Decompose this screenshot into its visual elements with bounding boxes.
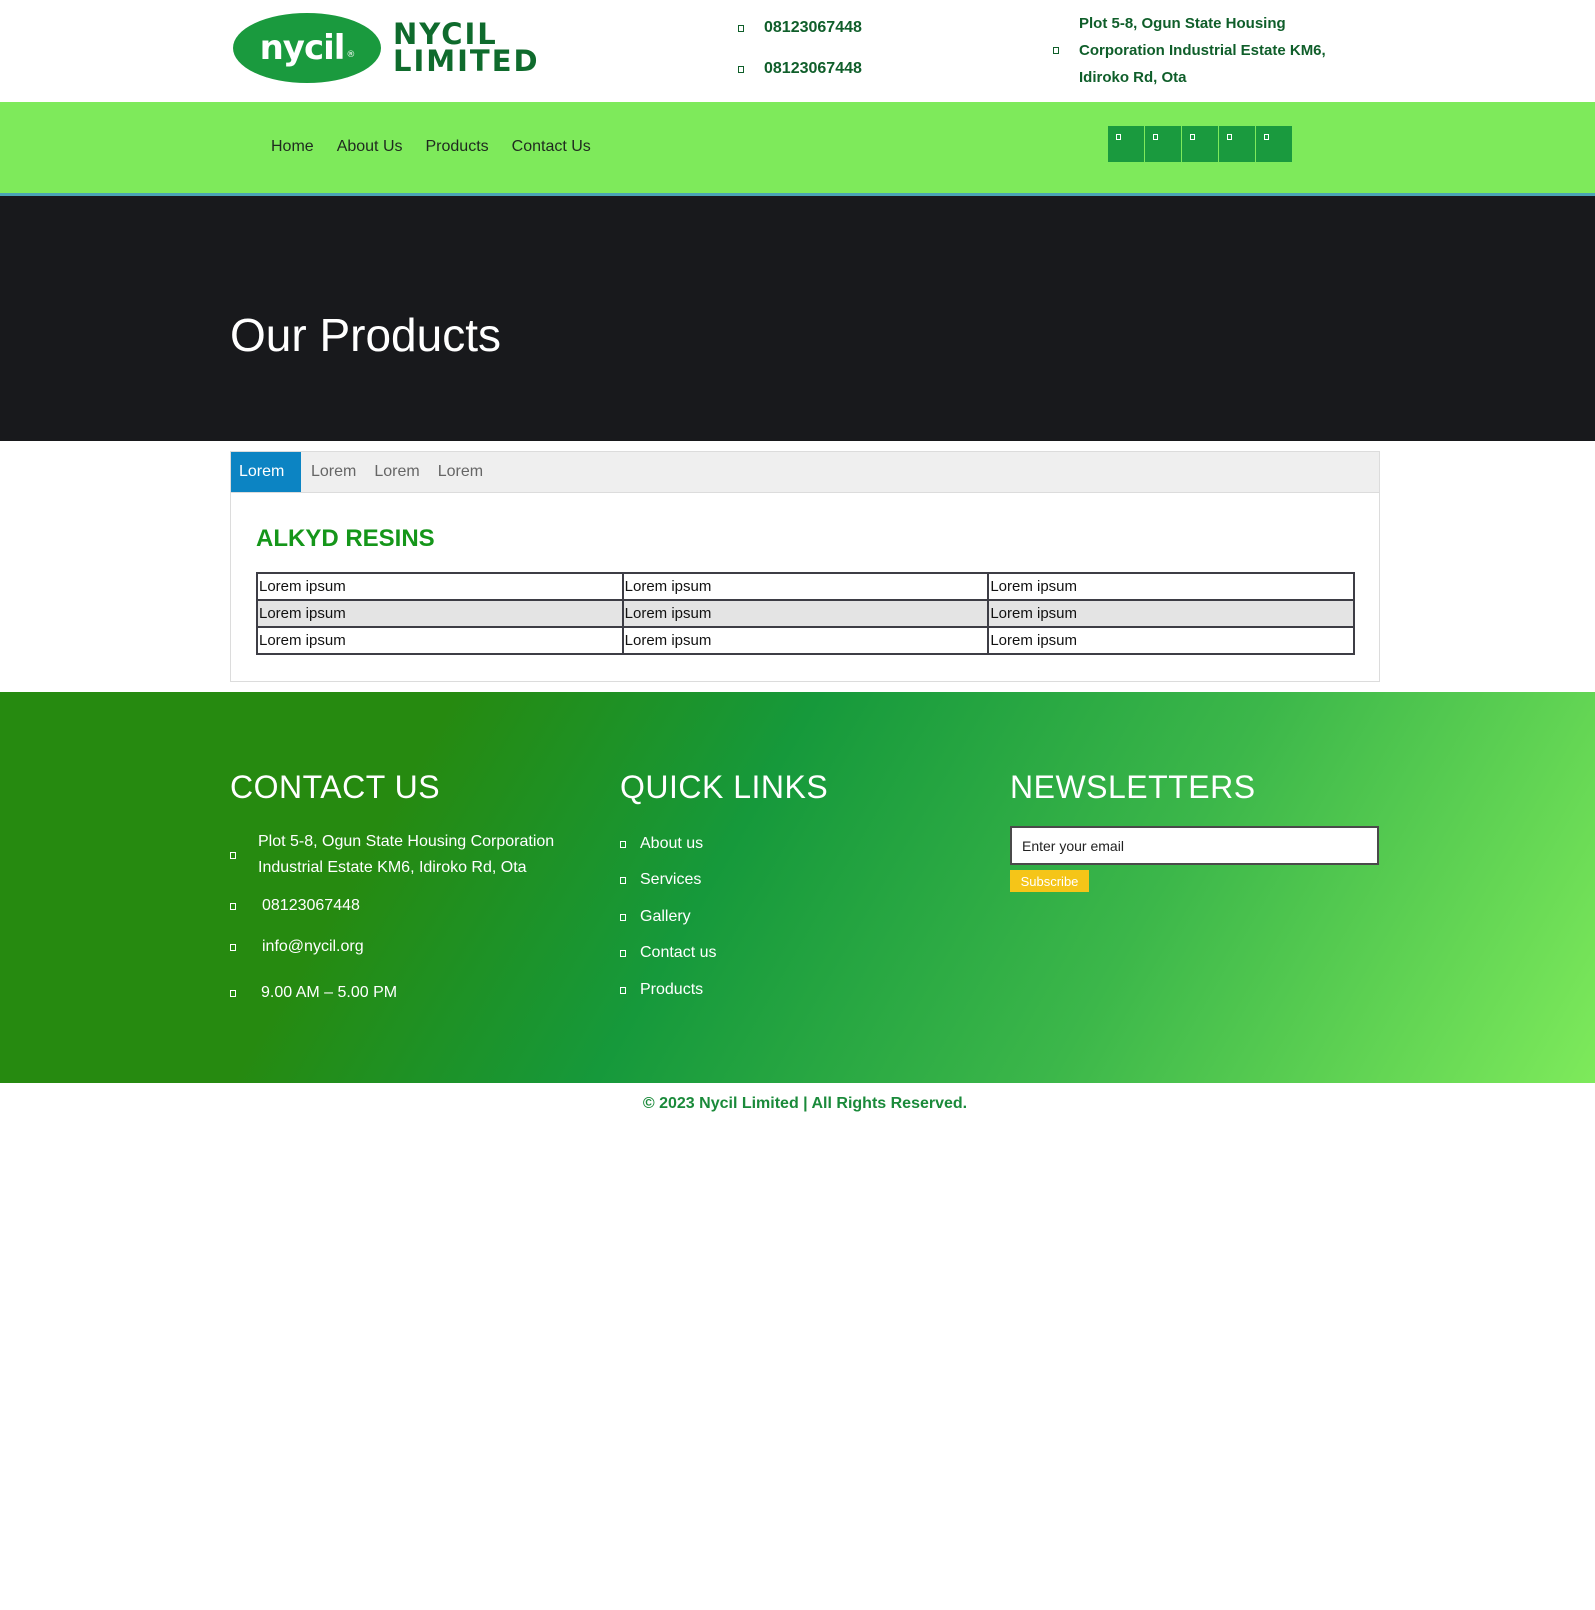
footer-link-label: Products [640, 981, 704, 998]
top-header: nycil ® NYCIL LIMITED 08123067448 081230… [0, 0, 1595, 102]
table-cell: Lorem ipsum [256, 599, 624, 628]
phone-icon [738, 65, 744, 73]
footer-contact-heading: CONTACT US [230, 769, 441, 805]
footer-phone-text: 08123067448 [262, 897, 360, 914]
footer-hours-text: 9.00 AM – 5.00 PM [261, 984, 398, 1001]
envelope-icon [230, 943, 236, 951]
logo-wordmark: NYCIL LIMITED [393, 20, 540, 78]
chevron-right-icon [620, 913, 626, 921]
phone-icon [230, 902, 236, 910]
footer-phone[interactable]: 08123067448 [230, 897, 360, 915]
main-nav: Home About Us Products Contact Us [0, 102, 1595, 196]
chevron-right-icon [620, 876, 626, 884]
page-banner: Our Products [0, 196, 1595, 441]
nav-products[interactable]: Products [426, 138, 489, 156]
footer-email-text: info@nycil.org [262, 938, 364, 955]
footer-email[interactable]: info@nycil.org [230, 938, 364, 956]
product-tabs-panel: Lorem Lorem Lorem Lorem ALKYD RESINS Lor… [230, 451, 1380, 682]
footer-link-label: Contact us [640, 944, 717, 961]
table-cell: Lorem ipsum [256, 572, 624, 601]
footer-quick-links: QUICK LINKS About us Services Gallery Co… [620, 769, 960, 998]
nav-about-us[interactable]: About Us [337, 138, 403, 156]
phone-icon [738, 24, 744, 32]
header-address-text: Plot 5-8, Ogun State Housing Corporation… [1079, 15, 1326, 86]
footer-newsletter: NEWSLETTERS Subscribe [1010, 769, 1380, 892]
map-marker-icon [230, 851, 236, 859]
table-cell: Lorem ipsum [987, 626, 1355, 655]
table-cell: Lorem ipsum [621, 572, 990, 601]
header-address: Plot 5-8, Ogun State Housing Corporation… [1053, 10, 1359, 91]
site-footer: CONTACT US Plot 5-8, Ogun State Housing … [0, 692, 1595, 1083]
table-row: Lorem ipsum Lorem ipsum Lorem ipsum [256, 626, 1355, 655]
footer-link-gallery[interactable]: Gallery [620, 908, 691, 926]
chevron-right-icon [620, 840, 626, 848]
header-phone-1-text: 08123067448 [764, 19, 862, 36]
table-cell: Lorem ipsum [987, 599, 1355, 628]
chevron-right-icon [620, 949, 626, 957]
section-title: ALKYD RESINS [256, 525, 435, 552]
tab-3[interactable]: Lorem [366, 452, 427, 492]
footer-hours: 9.00 AM – 5.00 PM [230, 984, 397, 1002]
tab-2[interactable]: Lorem [303, 452, 364, 492]
table-row: Lorem ipsum Lorem ipsum Lorem ipsum [256, 572, 1355, 601]
product-table: Lorem ipsum Lorem ipsum Lorem ipsum Lore… [256, 572, 1355, 655]
footer-newsletter-heading: NEWSLETTERS [1010, 769, 1256, 805]
table-cell: Lorem ipsum [987, 572, 1355, 601]
tab-bar: Lorem Lorem Lorem Lorem [231, 452, 1379, 493]
linkedin-icon[interactable] [1219, 126, 1255, 162]
youtube-icon[interactable] [1256, 126, 1292, 162]
logo-mark: nycil ® [233, 13, 381, 83]
clock-icon [230, 989, 236, 997]
footer-link-label: Services [640, 871, 702, 888]
footer-link-label: About us [640, 835, 704, 852]
newsletter-email-input[interactable] [1010, 826, 1379, 865]
map-marker-icon [1053, 47, 1059, 54]
tab-1[interactable]: Lorem [231, 452, 301, 492]
footer-link-contact[interactable]: Contact us [620, 944, 716, 962]
chevron-right-icon [620, 986, 626, 994]
footer-link-products[interactable]: Products [620, 981, 703, 999]
social-links [1108, 126, 1293, 162]
subscribe-button[interactable]: Subscribe [1010, 870, 1089, 892]
logo-registered-mark: ® [346, 50, 355, 60]
header-phone-2-text: 08123067448 [764, 60, 862, 77]
footer-link-label: Gallery [640, 908, 691, 925]
header-phone-2[interactable]: 08123067448 [738, 60, 862, 78]
footer-link-services[interactable]: Services [620, 871, 701, 889]
footer-address: Plot 5-8, Ogun State Housing Corporation… [230, 829, 558, 881]
nav-links: Home About Us Products Contact Us [271, 138, 614, 156]
tab-4[interactable]: Lorem [430, 452, 491, 492]
copyright-text: © 2023 Nycil Limited | All Rights Reserv… [642, 1095, 968, 1112]
logo-wordmark-line2: LIMITED [393, 44, 540, 78]
twitter-icon[interactable] [1145, 126, 1181, 162]
logo-mark-text: nycil [259, 28, 346, 68]
table-cell: Lorem ipsum [621, 599, 990, 628]
footer-address-text: Plot 5-8, Ogun State Housing Corporation… [258, 833, 555, 876]
nav-home[interactable]: Home [271, 138, 314, 156]
nav-contact-us[interactable]: Contact Us [512, 138, 591, 156]
page-title: Our Products [230, 309, 501, 361]
facebook-icon[interactable] [1108, 126, 1144, 162]
table-cell: Lorem ipsum [256, 626, 624, 655]
footer-link-about[interactable]: About us [620, 835, 703, 853]
table-cell: Lorem ipsum [621, 626, 990, 655]
footer-links-heading: QUICK LINKS [620, 769, 829, 805]
site-logo[interactable]: nycil ® NYCIL LIMITED [233, 13, 540, 83]
table-row: Lorem ipsum Lorem ipsum Lorem ipsum [256, 599, 1355, 628]
instagram-icon[interactable] [1182, 126, 1218, 162]
header-phone-1[interactable]: 08123067448 [738, 19, 862, 37]
footer-contact: CONTACT US Plot 5-8, Ogun State Housing … [230, 769, 590, 1001]
